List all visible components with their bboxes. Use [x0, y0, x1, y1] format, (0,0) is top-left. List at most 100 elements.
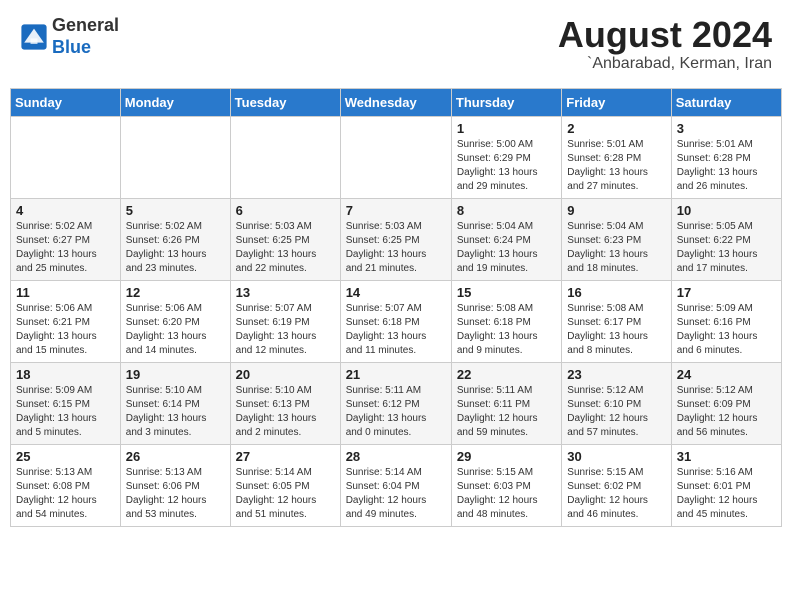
calendar-cell: 20 Sunrise: 5:10 AM Sunset: 6:13 PM Dayli…	[230, 362, 340, 444]
cell-content: Sunrise: 5:10 AM Sunset: 6:14 PM Dayligh…	[126, 384, 225, 440]
calendar-week-2: 4 Sunrise: 5:02 AM Sunset: 6:27 PM Daylig…	[11, 198, 782, 280]
day-number: 29	[457, 449, 556, 464]
logo-icon	[20, 23, 48, 51]
calendar-cell: 18 Sunrise: 5:09 AM Sunset: 6:15 PM Dayli…	[11, 362, 121, 444]
cell-content: Sunrise: 5:04 AM Sunset: 6:24 PM Dayligh…	[457, 220, 556, 276]
weekday-header-saturday: Saturday	[671, 88, 781, 116]
day-number: 28	[346, 449, 446, 464]
day-number: 2	[567, 121, 665, 136]
weekday-header-row: SundayMondayTuesdayWednesdayThursdayFrid…	[11, 88, 782, 116]
cell-content: Sunrise: 5:13 AM Sunset: 6:08 PM Dayligh…	[16, 466, 115, 522]
logo: General Blue	[20, 15, 119, 58]
calendar-cell: 4 Sunrise: 5:02 AM Sunset: 6:27 PM Daylig…	[11, 198, 121, 280]
calendar-cell	[340, 116, 451, 198]
calendar-cell: 24 Sunrise: 5:12 AM Sunset: 6:09 PM Dayli…	[671, 362, 781, 444]
day-number: 12	[126, 285, 225, 300]
day-number: 17	[677, 285, 776, 300]
cell-content: Sunrise: 5:06 AM Sunset: 6:21 PM Dayligh…	[16, 302, 115, 358]
calendar-week-3: 11 Sunrise: 5:06 AM Sunset: 6:21 PM Dayli…	[11, 280, 782, 362]
calendar-cell: 27Sunrise: 5:14 AM Sunset: 6:05 PM Dayli…	[230, 444, 340, 526]
weekday-header-sunday: Sunday	[11, 88, 121, 116]
calendar-cell: 28 Sunrise: 5:14 AM Sunset: 6:04 PM Dayli…	[340, 444, 451, 526]
day-number: 18	[16, 367, 115, 382]
cell-content: Sunrise: 5:11 AM Sunset: 6:11 PM Dayligh…	[457, 384, 556, 440]
calendar-cell: 3Sunrise: 5:01 AM Sunset: 6:28 PM Daylig…	[671, 116, 781, 198]
calendar-table: SundayMondayTuesdayWednesdayThursdayFrid…	[10, 88, 782, 527]
calendar-cell	[11, 116, 121, 198]
day-number: 19	[126, 367, 225, 382]
cell-content: Sunrise: 5:14 AM Sunset: 6:04 PM Dayligh…	[346, 466, 446, 522]
calendar-cell: 14Sunrise: 5:07 AM Sunset: 6:18 PM Dayli…	[340, 280, 451, 362]
calendar-cell: 9 Sunrise: 5:04 AM Sunset: 6:23 PM Daylig…	[562, 198, 671, 280]
weekday-header-tuesday: Tuesday	[230, 88, 340, 116]
calendar-cell: 16Sunrise: 5:08 AM Sunset: 6:17 PM Dayli…	[562, 280, 671, 362]
day-number: 23	[567, 367, 665, 382]
day-number: 22	[457, 367, 556, 382]
cell-content: Sunrise: 5:07 AM Sunset: 6:18 PM Dayligh…	[346, 302, 446, 358]
day-number: 15	[457, 285, 556, 300]
calendar-cell: 13 Sunrise: 5:07 AM Sunset: 6:19 PM Dayli…	[230, 280, 340, 362]
calendar-cell: 11 Sunrise: 5:06 AM Sunset: 6:21 PM Dayli…	[11, 280, 121, 362]
calendar-cell: 26 Sunrise: 5:13 AM Sunset: 6:06 PM Dayli…	[120, 444, 230, 526]
month-year-title: August 2024	[558, 15, 772, 55]
cell-content: Sunrise: 5:08 AM Sunset: 6:18 PM Dayligh…	[457, 302, 556, 358]
calendar-cell: 25Sunrise: 5:13 AM Sunset: 6:08 PM Dayli…	[11, 444, 121, 526]
cell-content: Sunrise: 5:01 AM Sunset: 6:28 PM Dayligh…	[567, 138, 665, 194]
calendar-cell: 31Sunrise: 5:16 AM Sunset: 6:01 PM Dayli…	[671, 444, 781, 526]
weekday-header-wednesday: Wednesday	[340, 88, 451, 116]
cell-content: Sunrise: 5:02 AM Sunset: 6:27 PM Dayligh…	[16, 220, 115, 276]
weekday-header-monday: Monday	[120, 88, 230, 116]
calendar-cell: 2 Sunrise: 5:01 AM Sunset: 6:28 PM Daylig…	[562, 116, 671, 198]
calendar-cell: 30 Sunrise: 5:15 AM Sunset: 6:02 PM Dayli…	[562, 444, 671, 526]
day-number: 30	[567, 449, 665, 464]
day-number: 4	[16, 203, 115, 218]
day-number: 20	[236, 367, 335, 382]
logo-general: General	[52, 15, 119, 37]
logo-text: General Blue	[52, 15, 119, 58]
day-number: 31	[677, 449, 776, 464]
calendar-cell: 12 Sunrise: 5:06 AM Sunset: 6:20 PM Dayli…	[120, 280, 230, 362]
cell-content: Sunrise: 5:07 AM Sunset: 6:19 PM Dayligh…	[236, 302, 335, 358]
cell-content: Sunrise: 5:06 AM Sunset: 6:20 PM Dayligh…	[126, 302, 225, 358]
day-number: 16	[567, 285, 665, 300]
day-number: 21	[346, 367, 446, 382]
day-number: 7	[346, 203, 446, 218]
cell-content: Sunrise: 5:13 AM Sunset: 6:06 PM Dayligh…	[126, 466, 225, 522]
cell-content: Sunrise: 5:09 AM Sunset: 6:15 PM Dayligh…	[16, 384, 115, 440]
day-number: 5	[126, 203, 225, 218]
calendar-cell: 7 Sunrise: 5:03 AM Sunset: 6:25 PM Daylig…	[340, 198, 451, 280]
calendar-cell: 23 Sunrise: 5:12 AM Sunset: 6:10 PM Dayli…	[562, 362, 671, 444]
calendar-body: 1Sunrise: 5:00 AM Sunset: 6:29 PM Daylig…	[11, 116, 782, 526]
calendar-cell: 10 Sunrise: 5:05 AM Sunset: 6:22 PM Dayli…	[671, 198, 781, 280]
calendar-cell: 19 Sunrise: 5:10 AM Sunset: 6:14 PM Dayli…	[120, 362, 230, 444]
weekday-header-friday: Friday	[562, 88, 671, 116]
cell-content: Sunrise: 5:04 AM Sunset: 6:23 PM Dayligh…	[567, 220, 665, 276]
cell-content: Sunrise: 5:12 AM Sunset: 6:09 PM Dayligh…	[677, 384, 776, 440]
day-number: 26	[126, 449, 225, 464]
cell-content: Sunrise: 5:00 AM Sunset: 6:29 PM Dayligh…	[457, 138, 556, 194]
cell-content: Sunrise: 5:14 AM Sunset: 6:05 PM Dayligh…	[236, 466, 335, 522]
cell-content: Sunrise: 5:15 AM Sunset: 6:02 PM Dayligh…	[567, 466, 665, 522]
cell-content: Sunrise: 5:05 AM Sunset: 6:22 PM Dayligh…	[677, 220, 776, 276]
cell-content: Sunrise: 5:12 AM Sunset: 6:10 PM Dayligh…	[567, 384, 665, 440]
cell-content: Sunrise: 5:03 AM Sunset: 6:25 PM Dayligh…	[346, 220, 446, 276]
day-number: 6	[236, 203, 335, 218]
title-block: August 2024 `Anbarabad, Kerman, Iran	[558, 15, 772, 73]
calendar-week-4: 18 Sunrise: 5:09 AM Sunset: 6:15 PM Dayli…	[11, 362, 782, 444]
cell-content: Sunrise: 5:09 AM Sunset: 6:16 PM Dayligh…	[677, 302, 776, 358]
calendar-cell: 6Sunrise: 5:03 AM Sunset: 6:25 PM Daylig…	[230, 198, 340, 280]
calendar-cell: 17 Sunrise: 5:09 AM Sunset: 6:16 PM Dayli…	[671, 280, 781, 362]
cell-content: Sunrise: 5:02 AM Sunset: 6:26 PM Dayligh…	[126, 220, 225, 276]
cell-content: Sunrise: 5:10 AM Sunset: 6:13 PM Dayligh…	[236, 384, 335, 440]
day-number: 11	[16, 285, 115, 300]
calendar-cell: 8Sunrise: 5:04 AM Sunset: 6:24 PM Daylig…	[451, 198, 561, 280]
day-number: 24	[677, 367, 776, 382]
calendar-cell: 15 Sunrise: 5:08 AM Sunset: 6:18 PM Dayli…	[451, 280, 561, 362]
calendar-week-5: 25Sunrise: 5:13 AM Sunset: 6:08 PM Dayli…	[11, 444, 782, 526]
location-subtitle: `Anbarabad, Kerman, Iran	[558, 55, 772, 73]
day-number: 3	[677, 121, 776, 136]
day-number: 10	[677, 203, 776, 218]
day-number: 13	[236, 285, 335, 300]
day-number: 9	[567, 203, 665, 218]
cell-content: Sunrise: 5:15 AM Sunset: 6:03 PM Dayligh…	[457, 466, 556, 522]
